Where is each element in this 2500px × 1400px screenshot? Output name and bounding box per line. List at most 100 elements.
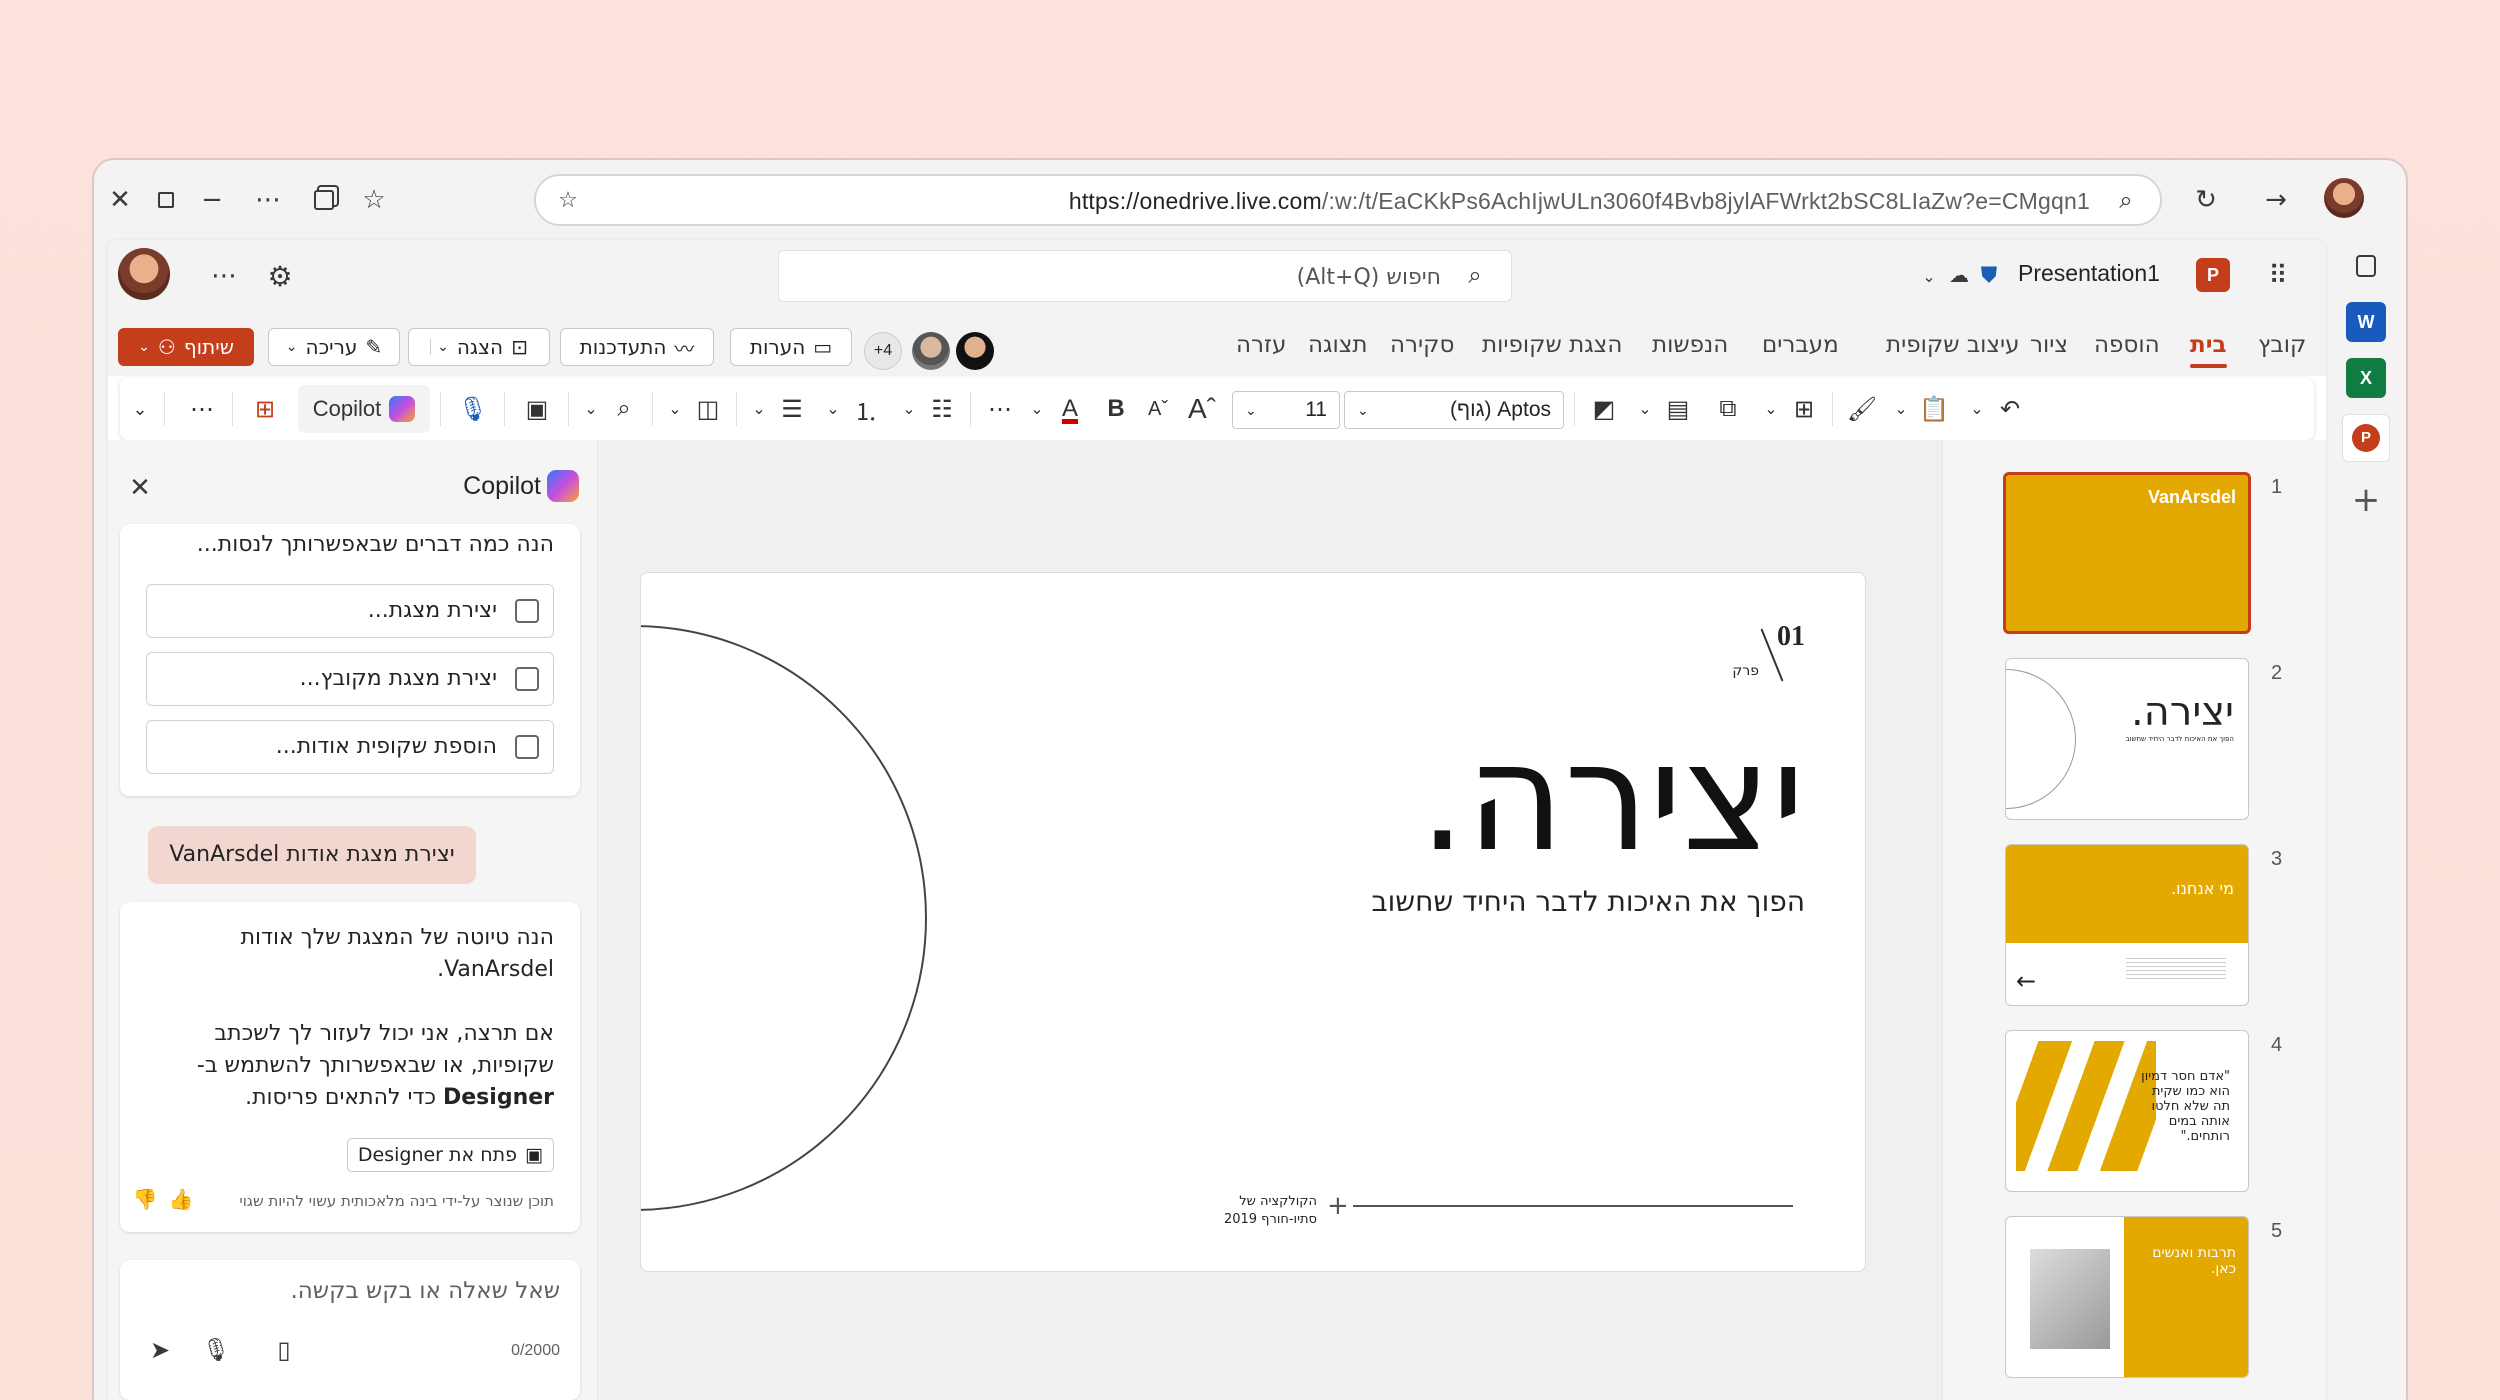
font-name-select[interactable]: Aptos (גוף) ⌄	[1344, 391, 1564, 429]
reuse-slides-icon[interactable]: ⧉	[1708, 378, 1748, 440]
forward-icon[interactable]: →	[2256, 180, 2296, 220]
collaborator-avatar[interactable]	[956, 332, 994, 370]
open-designer-button[interactable]: ▣ פתח את Designer	[346, 1138, 554, 1172]
edit-mode-button[interactable]: ✎ עריכה ⌄	[268, 328, 400, 366]
format-painter-icon[interactable]: 🖌	[1840, 378, 1884, 440]
catch-up-button[interactable]: 〰 התעדכנות	[560, 328, 714, 366]
layout-icon[interactable]: ▤	[1658, 378, 1698, 440]
format-background-icon[interactable]: ◩	[1582, 378, 1626, 440]
tab-insert[interactable]: הוספה	[2094, 332, 2160, 358]
minimize-icon[interactable]: −	[192, 180, 232, 220]
presentation-name[interactable]: Presentation1	[2018, 260, 2160, 287]
slide-thumbnail-2[interactable]: יצירה. הפוך את האיכות לדבר היחיד שחשוב	[2005, 658, 2249, 820]
slide-thumbnail-1[interactable]: VanArsdel	[2003, 472, 2251, 634]
suggestion-create-from-file[interactable]: יצירת מצגת מקובץ...	[146, 652, 554, 706]
chevron-down-icon[interactable]: ⌄	[744, 378, 774, 440]
share-button[interactable]: שיתוף ⚇ ⌄	[118, 328, 254, 366]
favorites-icon[interactable]: ☆	[354, 180, 394, 220]
maximize-icon[interactable]	[146, 180, 186, 220]
search-box[interactable]: ⌕ חיפוש (Alt+Q)	[778, 250, 1512, 302]
tab-animations[interactable]: הנפשות	[1652, 332, 1728, 358]
undo-icon[interactable]: ↶	[1990, 378, 2030, 440]
bullet-list-icon[interactable]: ☷	[922, 378, 962, 440]
font-size-select[interactable]: 11 ⌄	[1232, 391, 1340, 429]
dictate-microphone-icon[interactable]: 🎙	[448, 378, 498, 440]
slide-subtitle[interactable]: הפוך את האיכות לדבר היחיד שחשוב	[1371, 885, 1805, 918]
chevron-down-icon[interactable]: ⌄	[1914, 258, 1944, 294]
search-icon[interactable]: ⌕	[2106, 180, 2146, 220]
designer-icon[interactable]: ▣	[512, 378, 562, 440]
chat-input-card[interactable]: שאל שאלה או בקש בקשה. 0/2000 ▯ 🎙 ➤	[120, 1260, 580, 1400]
chevron-down-icon[interactable]: ⌄	[1962, 378, 1992, 440]
tab-file[interactable]: קובץ	[2258, 332, 2306, 358]
collections-icon[interactable]	[304, 180, 344, 220]
add-icon[interactable]: +	[2346, 480, 2386, 520]
suggestion-add-about-slide[interactable]: הוספת שקופית אודות...	[146, 720, 554, 774]
address-bar[interactable]: ☆ https://onedrive.live.com/:w:/t/EaCKkP…	[534, 174, 2162, 226]
copilot-button[interactable]: Copilot	[298, 385, 430, 433]
thumb-circle	[2006, 669, 2076, 809]
settings-gear-icon[interactable]: ⚙	[260, 256, 300, 296]
more-options-icon[interactable]: ⋯	[246, 180, 290, 220]
chevron-down-icon[interactable]: ⌄	[1756, 378, 1786, 440]
app-launcher-icon[interactable]: ⠿	[2258, 256, 2298, 296]
slide-thumbnail-3[interactable]: מי אנחנו. ←	[2005, 844, 2249, 1006]
powerpoint-icon[interactable]: P	[2342, 414, 2390, 462]
more-commands-icon[interactable]: ⋯	[178, 378, 226, 440]
microphone-icon[interactable]: 🎙	[198, 1332, 234, 1368]
tab-view[interactable]: תצוגה	[1308, 332, 1368, 358]
paste-clipboard-icon[interactable]: 📋	[1914, 378, 1954, 440]
current-slide[interactable]: 01 פרק יצירה. הפוך את האיכות לדבר היחיד …	[640, 572, 1866, 1272]
send-icon[interactable]: ➤	[142, 1332, 178, 1368]
new-slide-icon[interactable]: ⊞	[1784, 378, 1824, 440]
chevron-down-icon[interactable]: ⌄	[576, 378, 606, 440]
tab-help[interactable]: עזרה	[1236, 332, 1286, 358]
prompt-gallery-icon[interactable]: ▯	[266, 1332, 302, 1368]
excel-icon[interactable]: X	[2346, 358, 2386, 398]
close-icon[interactable]: ✕	[122, 470, 158, 506]
collaborator-avatar[interactable]	[912, 332, 950, 370]
suggestion-create-presentation[interactable]: יצירת מצגת...	[146, 584, 554, 638]
shapes-icon[interactable]: ◫	[688, 378, 728, 440]
align-text-icon[interactable]: ☰	[772, 378, 812, 440]
tab-review[interactable]: סקירה	[1390, 332, 1454, 358]
numbered-list-icon[interactable]: ⒈	[846, 378, 886, 440]
more-collaborators-badge[interactable]: +4	[864, 332, 902, 370]
add-ins-icon[interactable]: ⊞	[240, 378, 290, 440]
ribbon-collapse-icon[interactable]: ⌄	[120, 378, 160, 440]
tab-transitions[interactable]: מעברים	[1762, 332, 1839, 358]
chevron-down-icon[interactable]: ⌄	[1022, 378, 1052, 440]
find-icon[interactable]: ⌕	[604, 378, 644, 440]
chevron-down-icon[interactable]: ⌄	[1630, 378, 1660, 440]
present-button[interactable]: ⊡ הצגה ⌄	[408, 328, 550, 366]
tab-slideshow[interactable]: הצגת שקופיות	[1482, 332, 1622, 358]
thumbs-down-icon[interactable]: 👎	[130, 1184, 160, 1214]
tab-draw[interactable]: ציור	[2030, 332, 2068, 358]
increase-font-icon[interactable]: Aˆ	[1182, 378, 1222, 440]
brand-logo: VanArsdel	[2147, 487, 2236, 507]
chat-input-placeholder[interactable]: שאל שאלה או בקש בקשה.	[290, 1278, 560, 1304]
sidebar-toggle-icon[interactable]	[2346, 246, 2386, 286]
slide-thumbnail-5[interactable]: תרבות ואנשים כאן.	[2005, 1216, 2249, 1378]
font-color-icon[interactable]: A	[1050, 378, 1090, 440]
slide-thumbnail-4[interactable]: "אדם חסר דמיון הוא כמו שקית תה שלא חלטו …	[2005, 1030, 2249, 1192]
chevron-down-icon[interactable]: ⌄	[818, 378, 848, 440]
chevron-down-icon[interactable]: ⌄	[1886, 378, 1916, 440]
tab-home[interactable]: בית	[2190, 332, 2227, 368]
decrease-font-icon[interactable]: Aˇ	[1138, 378, 1178, 440]
tab-design[interactable]: עיצוב שקופית	[1886, 332, 2020, 358]
profile-avatar[interactable]	[2324, 178, 2364, 218]
slide-title[interactable]: יצירה.	[1419, 713, 1805, 883]
word-icon[interactable]: W	[2346, 302, 2386, 342]
more-icon[interactable]: ⋯	[204, 256, 244, 296]
chevron-down-icon[interactable]: ⌄	[660, 378, 690, 440]
chevron-down-icon[interactable]: ⌄	[894, 378, 924, 440]
user-avatar[interactable]	[118, 248, 170, 300]
comments-button[interactable]: ▭ הערות	[730, 328, 852, 366]
refresh-icon[interactable]: ↻	[2186, 180, 2226, 220]
bold-icon[interactable]: B	[1096, 378, 1136, 440]
more-font-options-icon[interactable]: ⋯	[978, 378, 1022, 440]
site-info-icon[interactable]: ☆	[548, 180, 588, 220]
thumbs-up-icon[interactable]: 👍	[166, 1184, 196, 1214]
close-icon[interactable]: ✕	[100, 180, 140, 220]
